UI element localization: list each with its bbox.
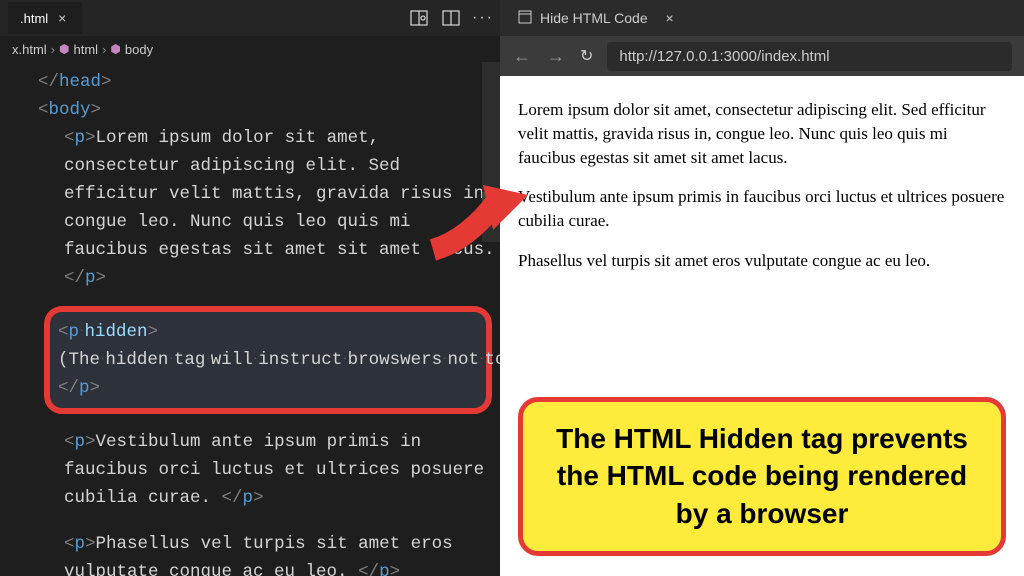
editor-pane: .html × ··· x.html › ⬢ html › ⬢ body </h… (0, 0, 500, 576)
cube-icon: ⬢ (59, 42, 69, 56)
refresh-button[interactable]: ↻ (580, 46, 593, 66)
chevron-icon: › (102, 42, 106, 57)
browser-tab-title: Hide HTML Code (540, 10, 648, 26)
rendered-paragraph: Vestibulum ante ipsum primis in faucibus… (518, 185, 1006, 233)
browser-tab-bar: Hide HTML Code × (500, 0, 1024, 36)
cube-icon: ⬢ (110, 42, 120, 56)
browser-pane: Hide HTML Code × ← → ↻ http://127.0.0.1:… (500, 0, 1024, 576)
editor-tab[interactable]: .html × (8, 2, 82, 34)
breadcrumb-item: body (125, 42, 153, 57)
close-icon[interactable]: × (662, 10, 678, 26)
chevron-icon: › (51, 42, 55, 57)
breadcrumb-file: x.html (12, 42, 47, 57)
back-button[interactable]: ← (512, 46, 532, 67)
close-icon[interactable]: × (54, 10, 70, 26)
rendered-paragraph: Lorem ipsum dolor sit amet, consectetur … (518, 98, 1006, 169)
more-icon[interactable]: ··· (474, 9, 492, 27)
highlighted-code: <p·hidden>(The·hidden·tag·will·instruct·… (44, 306, 492, 414)
breadcrumb-item: html (74, 42, 99, 57)
breadcrumb[interactable]: x.html › ⬢ html › ⬢ body (0, 36, 500, 62)
split-preview-icon[interactable] (410, 9, 428, 27)
rendered-paragraph: Phasellus vel turpis sit amet eros vulpu… (518, 249, 1006, 273)
forward-button[interactable]: → (546, 46, 566, 67)
annotation-callout: The HTML Hidden tag prevents the HTML co… (518, 397, 1006, 556)
split-editor-icon[interactable] (442, 9, 460, 27)
browser-viewport: Lorem ipsum dolor sit amet, consectetur … (500, 76, 1024, 576)
editor-actions: ··· (410, 9, 492, 27)
url-bar[interactable]: http://127.0.0.1:3000/index.html (607, 42, 1012, 71)
page-icon (518, 10, 532, 27)
browser-toolbar: ← → ↻ http://127.0.0.1:3000/index.html (500, 36, 1024, 76)
code-editor[interactable]: </head> <body> <p>Lorem ipsum dolor sit … (0, 62, 500, 576)
browser-tab[interactable]: Hide HTML Code × (508, 4, 688, 33)
tab-label: .html (20, 11, 48, 26)
editor-tab-bar: .html × ··· (0, 0, 500, 36)
arrow-annotation (428, 180, 528, 270)
